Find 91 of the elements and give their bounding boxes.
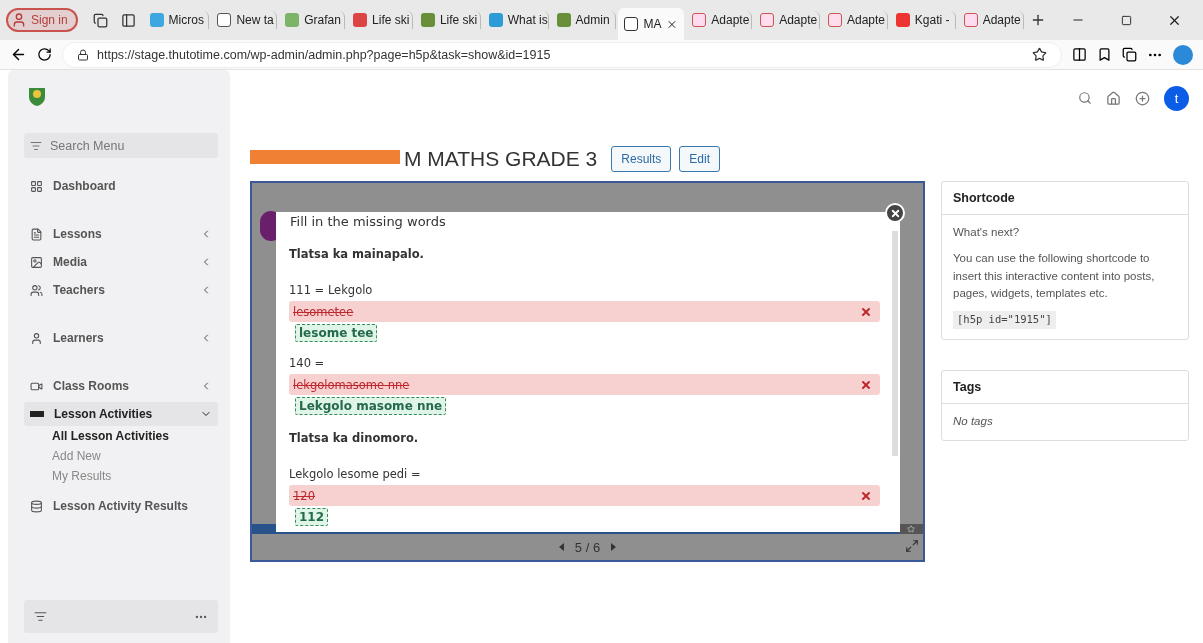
favicon-icon bbox=[149, 13, 164, 27]
favicon-icon bbox=[488, 13, 503, 27]
question-text: 111 = Lekgolo bbox=[289, 283, 374, 297]
browser-tab[interactable]: Adapte bbox=[957, 11, 1024, 29]
correct-answer: Lekgolo masome nne bbox=[295, 397, 447, 415]
favicon-icon bbox=[285, 13, 300, 27]
page-title: M MATHS GRADE 3 bbox=[404, 146, 598, 171]
previous-icon[interactable] bbox=[558, 543, 565, 551]
browser-tab[interactable]: Adapte bbox=[754, 11, 820, 29]
correct-answer: lesome tee bbox=[295, 324, 378, 342]
url-text: https://stage.thutotime.com/wp-admin/admin.php?page=h5p&task=show&id=1915 bbox=[97, 47, 551, 62]
workspaces-icon[interactable] bbox=[93, 12, 109, 28]
section-heading: Tlatsa ka mainapalo. bbox=[289, 247, 425, 261]
menu-item[interactable]: Lesson Activity Results bbox=[24, 494, 218, 518]
shortcode-text: [h5p id="1915"] bbox=[953, 311, 1056, 329]
section-heading: Tlatsa ka dinomoro. bbox=[289, 431, 420, 445]
question-text: 140 = bbox=[289, 356, 326, 370]
collections-icon[interactable] bbox=[1122, 47, 1137, 62]
split-view-icon[interactable] bbox=[1072, 47, 1087, 62]
home-icon[interactable] bbox=[1106, 90, 1121, 106]
tab-actions-icon[interactable] bbox=[121, 12, 137, 28]
wrong-icon bbox=[860, 305, 872, 318]
browser-tab[interactable]: What is bbox=[482, 11, 549, 29]
favicon-icon bbox=[420, 13, 435, 27]
browser-tab[interactable]: MA bbox=[618, 8, 685, 40]
favorites-icon[interactable] bbox=[1097, 47, 1112, 62]
menu-item[interactable]: Lesson Activities bbox=[24, 402, 218, 426]
answer-field: lesometee bbox=[289, 301, 880, 322]
browser-tab[interactable]: Life ski bbox=[347, 11, 413, 29]
collapse-menu-icon[interactable] bbox=[34, 610, 47, 623]
sign-in-button[interactable]: Sign in bbox=[6, 8, 78, 32]
favorite-icon[interactable] bbox=[1032, 47, 1047, 62]
refresh-icon[interactable] bbox=[37, 47, 52, 62]
browser-tab[interactable]: Grafan bbox=[279, 11, 346, 29]
user-avatar[interactable]: t bbox=[1164, 85, 1189, 111]
wrong-icon bbox=[860, 378, 872, 391]
address-bar[interactable]: https://stage.thutotime.com/wp-admin/admin.php?page=h5p&task=show&id=1915 bbox=[62, 41, 1062, 68]
card-title: Tags bbox=[942, 370, 1188, 404]
header-button[interactable]: Edit bbox=[679, 145, 720, 172]
users-icon bbox=[30, 331, 43, 345]
browser-tab[interactable]: Kgati - bbox=[889, 11, 956, 29]
fullscreen-icon[interactable] bbox=[905, 539, 919, 553]
menu-item[interactable]: Media bbox=[24, 250, 218, 274]
grid-icon bbox=[30, 179, 43, 193]
star-icon bbox=[907, 525, 915, 533]
favicon-icon bbox=[895, 13, 910, 27]
page-counter: 5 / 6 bbox=[574, 539, 601, 555]
dialog-title: Fill in the missing words bbox=[290, 214, 446, 229]
question-text: Lekgolo lesome pedi = bbox=[289, 467, 422, 481]
favicon-icon bbox=[624, 17, 639, 31]
favicon-icon bbox=[692, 13, 707, 27]
person-icon bbox=[11, 12, 27, 28]
answer-field: 120 bbox=[289, 485, 880, 506]
browser-tab[interactable]: Adapte bbox=[686, 11, 753, 29]
card-text: You can use the following shortcode to insert this interactive content into posts, pages, widgets, templates etc. bbox=[953, 251, 1156, 301]
db-icon bbox=[30, 499, 43, 513]
correct-answer: 112 bbox=[295, 508, 329, 526]
lock-icon bbox=[77, 48, 89, 61]
doc-icon bbox=[30, 227, 43, 241]
menu-item[interactable]: Class Rooms bbox=[24, 374, 218, 398]
card-title: Shortcode bbox=[942, 182, 1188, 215]
favicon-icon bbox=[353, 13, 368, 27]
restore-icon[interactable] bbox=[1120, 14, 1132, 26]
card-subtitle: What's next? bbox=[953, 225, 1021, 240]
favicon-icon bbox=[963, 13, 978, 27]
menu-item[interactable]: Teachers bbox=[24, 278, 218, 302]
menu-item[interactable]: Learners bbox=[24, 326, 218, 350]
add-icon[interactable] bbox=[1135, 90, 1150, 106]
favicon-icon bbox=[760, 13, 775, 27]
header-button[interactable]: Results bbox=[611, 145, 672, 172]
browser-tab[interactable]: Adapte bbox=[822, 11, 888, 29]
wrong-icon bbox=[860, 489, 872, 502]
search-field[interactable]: Search Menu bbox=[24, 133, 218, 158]
browser-tab[interactable]: Admin bbox=[550, 11, 617, 29]
back-icon[interactable] bbox=[10, 46, 27, 63]
favicon-icon bbox=[828, 13, 842, 27]
browser-tab[interactable]: Life ski bbox=[414, 11, 481, 29]
media-icon bbox=[30, 255, 43, 269]
submenu-item[interactable]: All Lesson Activities bbox=[24, 426, 218, 446]
empty-text: No tags bbox=[953, 413, 994, 429]
people-icon bbox=[30, 283, 43, 297]
favicon-icon bbox=[556, 13, 571, 27]
menu-item[interactable]: Lessons bbox=[24, 222, 218, 246]
browser-tab[interactable]: New ta bbox=[211, 11, 278, 29]
answer-field: lekgolomasome nne bbox=[289, 374, 880, 395]
favicon-icon bbox=[217, 13, 232, 27]
next-icon[interactable] bbox=[610, 543, 617, 551]
close-icon bbox=[889, 207, 901, 219]
browser-tab[interactable]: Micros bbox=[143, 11, 210, 29]
menu-item[interactable]: Dashboard bbox=[24, 174, 218, 198]
close-button[interactable] bbox=[885, 203, 905, 223]
